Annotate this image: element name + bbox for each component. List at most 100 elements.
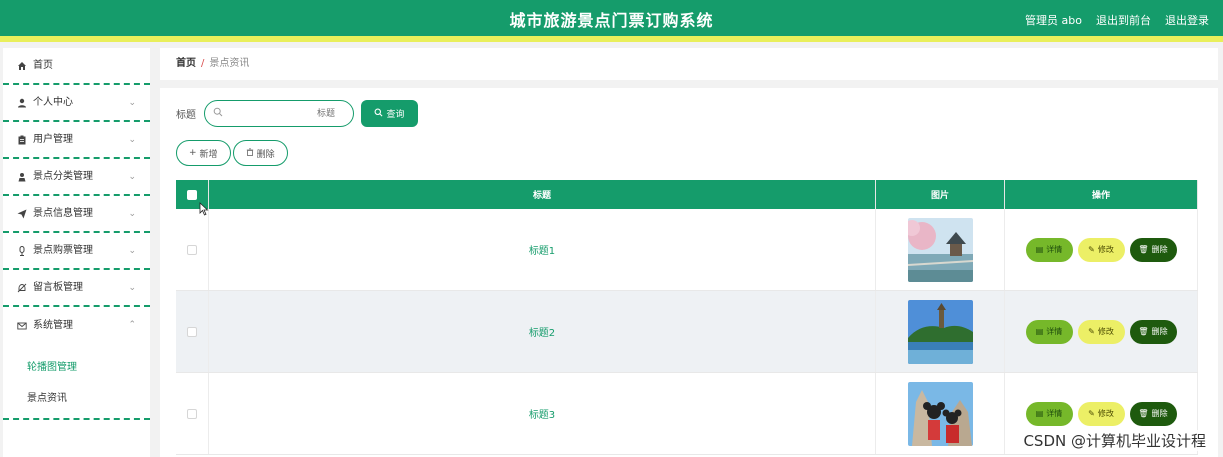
content-panel: 标题 查询 + 新增 删 bbox=[160, 88, 1218, 457]
add-button[interactable]: + 新增 bbox=[176, 140, 231, 166]
sidebar-item-label: 系统管理 bbox=[33, 319, 73, 331]
logout-link[interactable]: 退出登录 bbox=[1165, 0, 1209, 42]
delete-button[interactable]: 🗑 删除 bbox=[1129, 319, 1177, 344]
add-button-label: 新增 bbox=[199, 149, 218, 160]
clipboard-icon bbox=[17, 135, 27, 145]
detail-button[interactable]: ▤ 详情 bbox=[1025, 401, 1073, 426]
detail-label: 详情 bbox=[1046, 327, 1063, 336]
sidebar-item-label: 个人中心 bbox=[33, 96, 73, 108]
trash-icon: 🗑 bbox=[1138, 409, 1149, 418]
back-to-front-link[interactable]: 退出到前台 bbox=[1096, 0, 1151, 42]
send-icon bbox=[17, 209, 27, 219]
row-checkbox[interactable] bbox=[187, 326, 197, 337]
sidebar-item-system-management[interactable]: 系统管理 ⌃ bbox=[3, 307, 150, 344]
select-all-checkbox[interactable] bbox=[187, 189, 197, 200]
search-input[interactable] bbox=[205, 101, 353, 126]
row-thumbnail[interactable] bbox=[907, 299, 973, 364]
search-icon bbox=[374, 108, 383, 120]
search-label: 标题 bbox=[176, 110, 196, 121]
query-button[interactable]: 查询 bbox=[361, 100, 418, 127]
current-user: 管理员 abo bbox=[1025, 14, 1082, 27]
sidebar-item-category-management[interactable]: 景点分类管理 ⌄ bbox=[3, 159, 150, 196]
pencil-icon: ✎ bbox=[1088, 245, 1095, 254]
chevron-up-icon: ⌃ bbox=[128, 320, 136, 330]
edit-button[interactable]: ✎ 修改 bbox=[1077, 319, 1125, 344]
row-ops-cell: ▤ 详情 ✎ 修改 🗑 删除 bbox=[1005, 291, 1198, 372]
header-actions: 管理员 abo 退出到前台 退出登录 bbox=[1025, 0, 1209, 42]
sidebar-item-label: 首页 bbox=[33, 59, 53, 71]
breadcrumb-separator: / bbox=[201, 58, 205, 69]
detail-label: 详情 bbox=[1046, 245, 1063, 254]
delete-button[interactable]: 🗑 删除 bbox=[1129, 237, 1177, 262]
row-image-cell bbox=[876, 373, 1005, 454]
row-title: 标题3 bbox=[209, 373, 876, 454]
home-icon bbox=[17, 61, 27, 71]
trash-icon bbox=[246, 147, 254, 159]
bell-off-icon bbox=[17, 283, 27, 293]
breadcrumb-home[interactable]: 首页 bbox=[176, 58, 196, 69]
sidebar-subitem-spot-news[interactable]: 景点资讯 bbox=[3, 383, 150, 414]
sidebar-item-spot-info[interactable]: 景点信息管理 ⌄ bbox=[3, 196, 150, 233]
table-row: 标题1 ▤ 详情 ✎ 修改 🗑 删除 bbox=[176, 209, 1198, 291]
doc-icon: ▤ bbox=[1035, 245, 1044, 254]
user-icon bbox=[17, 98, 27, 108]
sidebar-item-message-board[interactable]: 留言板管理 ⌄ bbox=[3, 270, 150, 307]
detail-button[interactable]: ▤ 详情 bbox=[1025, 319, 1073, 344]
chevron-down-icon: ⌄ bbox=[128, 135, 136, 145]
sidebar-item-label: 景点分类管理 bbox=[33, 170, 93, 182]
query-button-label: 查询 bbox=[386, 110, 405, 120]
main-content: 首页 / 景点资讯 标题 查询 + 新增 bbox=[160, 48, 1218, 457]
chevron-down-icon: ⌄ bbox=[128, 246, 136, 256]
delete-label: 删除 bbox=[1151, 245, 1168, 254]
chevron-down-icon: ⌄ bbox=[128, 283, 136, 293]
sidebar-item-label: 用户管理 bbox=[33, 133, 73, 145]
row-checkbox[interactable] bbox=[187, 244, 197, 255]
sidebar-item-personal-center[interactable]: 个人中心 ⌄ bbox=[3, 85, 150, 122]
mic-icon bbox=[17, 245, 27, 256]
plus-icon: + bbox=[189, 148, 197, 158]
mail-icon bbox=[17, 321, 27, 331]
sidebar-item-ticket-management[interactable]: 景点购票管理 ⌄ bbox=[3, 233, 150, 270]
doc-icon: ▤ bbox=[1035, 409, 1044, 418]
delete-label: 删除 bbox=[1151, 409, 1168, 418]
batch-delete-button[interactable]: 删除 bbox=[232, 140, 288, 166]
detail-label: 详情 bbox=[1046, 409, 1063, 418]
search-bar: 标题 查询 bbox=[176, 100, 418, 127]
pencil-icon: ✎ bbox=[1088, 327, 1095, 336]
header-image: 图片 bbox=[876, 180, 1005, 209]
row-thumbnail[interactable] bbox=[907, 217, 973, 282]
edit-label: 修改 bbox=[1097, 409, 1114, 418]
row-image-cell bbox=[876, 209, 1005, 290]
pencil-icon: ✎ bbox=[1088, 409, 1095, 418]
edit-label: 修改 bbox=[1097, 327, 1114, 336]
sidebar-item-label: 景点购票管理 bbox=[33, 244, 93, 256]
row-select-cell bbox=[176, 209, 209, 290]
breadcrumb-current: 景点资讯 bbox=[209, 58, 250, 69]
sidebar: 首页 个人中心 ⌄ 用户管理 ⌄ 景点分类管理 ⌄ 景点信息管理 ⌄ 景点购票管… bbox=[3, 48, 150, 457]
row-select-cell bbox=[176, 291, 209, 372]
batch-delete-label: 删除 bbox=[256, 149, 275, 160]
row-title: 标题1 bbox=[209, 209, 876, 290]
mouse-cursor-icon bbox=[199, 201, 209, 220]
sidebar-item-user-management[interactable]: 用户管理 ⌄ bbox=[3, 122, 150, 159]
edit-button[interactable]: ✎ 修改 bbox=[1077, 237, 1125, 262]
delete-label: 删除 bbox=[1151, 327, 1168, 336]
detail-button[interactable]: ▤ 详情 bbox=[1025, 237, 1073, 262]
row-checkbox[interactable] bbox=[187, 408, 197, 419]
sidebar-subitem-carousel[interactable]: 轮播图管理 bbox=[3, 352, 150, 383]
watermark: CSDN @计算机毕业设计程 bbox=[1020, 430, 1209, 451]
search-field bbox=[204, 100, 354, 127]
trash-icon: 🗑 bbox=[1138, 327, 1149, 336]
sidebar-item-label: 留言板管理 bbox=[33, 281, 83, 293]
row-thumbnail[interactable] bbox=[907, 381, 973, 446]
chevron-down-icon: ⌄ bbox=[128, 209, 136, 219]
row-select-cell bbox=[176, 373, 209, 454]
table-row: 标题2 ▤ 详情 ✎ 修改 🗑 删除 bbox=[176, 291, 1198, 373]
sidebar-item-label: 景点信息管理 bbox=[33, 207, 93, 219]
edit-button[interactable]: ✎ 修改 bbox=[1077, 401, 1125, 426]
action-bar: + 新增 删除 bbox=[176, 140, 288, 166]
header-ops: 操作 bbox=[1005, 180, 1198, 209]
sidebar-item-home[interactable]: 首页 bbox=[3, 48, 150, 85]
delete-button[interactable]: 🗑 删除 bbox=[1129, 401, 1177, 426]
row-image-cell bbox=[876, 291, 1005, 372]
